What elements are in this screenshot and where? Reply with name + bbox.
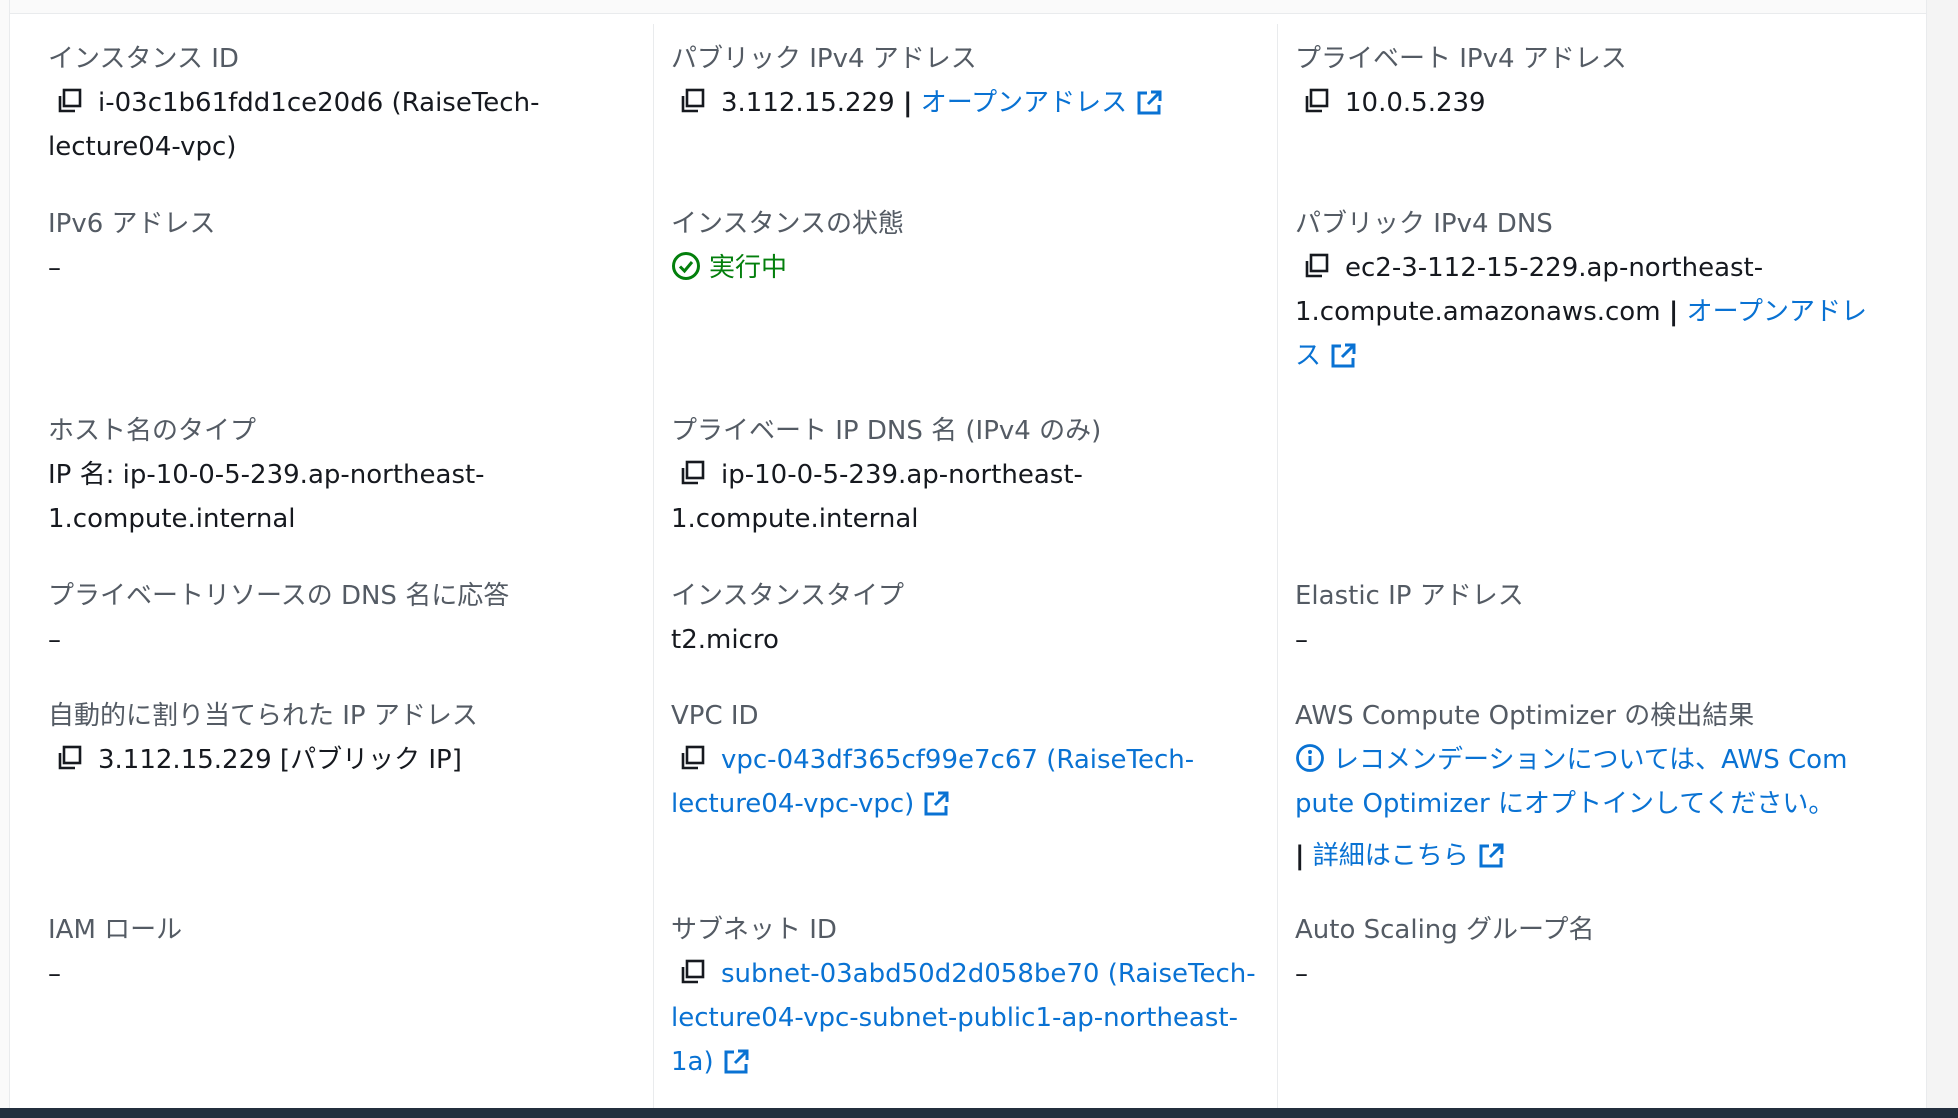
field-label: ホスト名のタイプ: [48, 416, 257, 446]
private-ipv4-text: 10.0.5.239: [1345, 88, 1486, 118]
field-subnet-id: サブネット ID subnet-03abd50d2d058be70 (Raise…: [671, 908, 1271, 1084]
field-private-ipv4: プライベート IPv4 アドレス 10.0.5.239: [1295, 37, 1895, 125]
field-instance-state: インスタンスの状態 実行中: [671, 202, 1271, 290]
field-value: i-03c1b61fdd1ce20d6 (RaiseTech- lecture0…: [48, 81, 648, 169]
field-label: 自動的に割り当てられた IP アドレス: [48, 701, 478, 731]
field-elastic-ip: Elastic IP アドレス –: [1295, 574, 1895, 662]
field-label: IAM ロール: [48, 915, 183, 945]
field-value: t2.micro: [671, 625, 779, 655]
field-label: プライベートリソースの DNS 名に応答: [48, 581, 510, 611]
field-label: IPv6 アドレス: [48, 209, 216, 239]
field-value: 実行中: [671, 246, 1271, 290]
learn-more-link[interactable]: 詳細はこちら: [1313, 841, 1469, 871]
external-link-icon[interactable]: [922, 788, 950, 816]
field-instance-id: インスタンス ID i-03c1b61fdd1ce20d6 (RaiseTech…: [48, 37, 648, 169]
copy-icon[interactable]: [679, 745, 705, 771]
hostname-line-1: IP 名: ip-10-0-5-239.ap-northeast-: [48, 460, 485, 490]
field-value: 3.112.15.229 | オープンアドレス: [671, 81, 1271, 125]
field-private-resource-dns: プライベートリソースの DNS 名に応答 –: [48, 574, 648, 662]
field-label: プライベート IPv4 アドレス: [1295, 44, 1627, 74]
status-ok-icon: [671, 251, 701, 281]
field-public-dns: パブリック IPv4 DNS ec2-3-112-15-229.ap-north…: [1295, 202, 1895, 378]
instance-id-text: i-03c1b61fdd1ce20d6 (RaiseTech-: [98, 88, 540, 118]
field-value: –: [48, 625, 61, 655]
separator: |: [1295, 841, 1305, 871]
field-label: サブネット ID: [671, 915, 837, 945]
field-label: Elastic IP アドレス: [1295, 581, 1524, 611]
field-auto-scaling-group: Auto Scaling グループ名 –: [1295, 908, 1895, 996]
external-link-icon[interactable]: [722, 1046, 750, 1074]
open-address-link-cont[interactable]: ス: [1295, 341, 1321, 371]
column-divider: [653, 24, 654, 1108]
field-label: プライベート IP DNS 名 (IPv4 のみ): [671, 416, 1102, 446]
field-label: パブリック IPv4 DNS: [1295, 209, 1553, 239]
field-value: ip-10-0-5-239.ap-northeast- 1.compute.in…: [671, 453, 1271, 541]
vpc-id-link[interactable]: vpc-043df365cf99e7c67 (RaiseTech-: [721, 745, 1194, 775]
copy-icon[interactable]: [679, 959, 705, 985]
field-label: パブリック IPv4 アドレス: [671, 44, 977, 74]
public-ipv4-text: 3.112.15.229: [721, 88, 895, 118]
private-dns-text: ip-10-0-5-239.ap-northeast-: [721, 460, 1083, 490]
copy-icon[interactable]: [1303, 88, 1329, 114]
field-label: インスタンスタイプ: [671, 581, 904, 611]
subnet-id-link[interactable]: subnet-03abd50d2d058be70 (RaiseTech-: [721, 959, 1256, 989]
panel-top-border: [0, 0, 1958, 14]
field-value: レコメンデーションについては、AWS Com pute Optimizer にオ…: [1295, 738, 1895, 878]
field-value: ec2-3-112-15-229.ap-northeast- 1.compute…: [1295, 246, 1895, 378]
field-value: 10.0.5.239: [1295, 81, 1895, 125]
field-instance-type: インスタンスタイプ t2.micro: [671, 574, 1271, 662]
hostname-line-2: 1.compute.internal: [48, 504, 296, 534]
external-link-icon[interactable]: [1477, 840, 1505, 868]
private-dns-text-cont: 1.compute.internal: [671, 504, 919, 534]
field-label: AWS Compute Optimizer の検出結果: [1295, 701, 1755, 731]
field-value: vpc-043df365cf99e7c67 (RaiseTech- lectur…: [671, 738, 1271, 826]
separator: |: [902, 88, 913, 118]
field-auto-assigned-ip: 自動的に割り当てられた IP アドレス 3.112.15.229 [パブリック …: [48, 694, 648, 782]
optimizer-message-cont[interactable]: pute Optimizer にオプトインしてください。: [1295, 782, 1895, 826]
panel-left-edge: [0, 0, 10, 1118]
copy-icon[interactable]: [56, 88, 82, 114]
field-value: –: [1295, 959, 1308, 989]
subnet-id-link-cont[interactable]: lecture04-vpc-subnet-public1-ap-northeas…: [671, 996, 1271, 1040]
external-link-icon[interactable]: [1135, 87, 1163, 115]
field-vpc-id: VPC ID vpc-043df365cf99e7c67 (RaiseTech-…: [671, 694, 1271, 826]
field-iam-role: IAM ロール –: [48, 908, 648, 996]
auto-ip-text: 3.112.15.229 [パブリック IP]: [98, 745, 462, 775]
external-link-icon[interactable]: [1329, 340, 1357, 368]
field-compute-optimizer: AWS Compute Optimizer の検出結果 レコメンデーションについ…: [1295, 694, 1895, 878]
field-label: インスタンス ID: [48, 44, 239, 74]
subnet-id-link-end[interactable]: 1a): [671, 1047, 714, 1077]
scrollbar-track[interactable]: [1926, 0, 1958, 1118]
instance-state-text: 実行中: [709, 253, 788, 283]
field-hostname-type: ホスト名のタイプ IP 名: ip-10-0-5-239.ap-northeas…: [48, 409, 648, 541]
info-icon: [1295, 743, 1325, 773]
copy-icon[interactable]: [679, 88, 705, 114]
field-label: VPC ID: [671, 701, 759, 731]
separator: |: [1668, 297, 1679, 327]
optimizer-message[interactable]: レコメンデーションについては、AWS Com: [1333, 745, 1847, 775]
copy-icon[interactable]: [56, 745, 82, 771]
field-ipv6: IPv6 アドレス –: [48, 202, 648, 290]
field-label: Auto Scaling グループ名: [1295, 915, 1595, 945]
field-value: 3.112.15.229 [パブリック IP]: [48, 738, 648, 782]
field-private-dns: プライベート IP DNS 名 (IPv4 のみ) ip-10-0-5-239.…: [671, 409, 1271, 541]
open-address-link[interactable]: オープンアドレス: [921, 88, 1127, 118]
public-dns-text-cont: 1.compute.amazonaws.com: [1295, 297, 1661, 327]
bottom-bar: [0, 1108, 1958, 1118]
open-address-link[interactable]: オープンアドレ: [1687, 297, 1867, 327]
column-divider: [1277, 24, 1278, 1108]
field-value: IP 名: ip-10-0-5-239.ap-northeast- 1.comp…: [48, 453, 648, 541]
field-value: –: [48, 253, 61, 283]
vpc-id-link-cont[interactable]: lecture04-vpc-vpc): [671, 789, 914, 819]
instance-id-text-cont: lecture04-vpc): [48, 132, 237, 162]
field-value: –: [48, 959, 61, 989]
copy-icon[interactable]: [1303, 253, 1329, 279]
field-public-ipv4: パブリック IPv4 アドレス 3.112.15.229 | オープンアドレス: [671, 37, 1271, 125]
field-value: –: [1295, 625, 1308, 655]
field-label: インスタンスの状態: [671, 209, 904, 239]
public-dns-text: ec2-3-112-15-229.ap-northeast-: [1345, 253, 1764, 283]
field-value: subnet-03abd50d2d058be70 (RaiseTech- lec…: [671, 952, 1271, 1084]
copy-icon[interactable]: [679, 460, 705, 486]
